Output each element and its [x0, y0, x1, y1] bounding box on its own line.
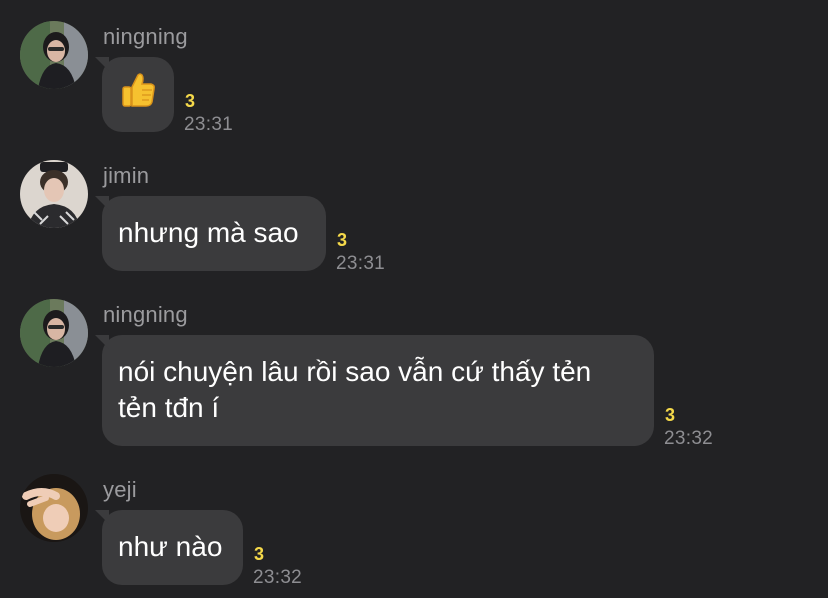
thumbs-up-emoji-icon [118, 70, 158, 119]
bubble-tail [95, 196, 109, 210]
message-time: 23:31 [184, 114, 234, 135]
bubble-tail [95, 510, 109, 524]
bubble-tail [95, 335, 109, 349]
yeji-avatar[interactable] [20, 474, 88, 542]
message-time: 23:32 [253, 567, 303, 588]
message-time: 23:32 [664, 428, 714, 449]
sender-name: jimin [103, 163, 150, 188]
message-bubble[interactable]: như nào [95, 510, 243, 585]
message-bubble[interactable] [95, 57, 174, 132]
unread-count: 3 [254, 544, 265, 564]
ningning-avatar[interactable] [20, 21, 88, 89]
message-bubble[interactable]: nhưng mà sao [95, 196, 326, 271]
message-bubble[interactable]: nói chuyện lâu rồi sao vẫn cứ thấy tẻn t… [95, 335, 654, 446]
unread-count: 3 [185, 91, 196, 111]
message-time: 23:31 [336, 253, 386, 274]
message-text: nói chuyện lâu rồi sao vẫn cứ thấy tẻn t… [118, 356, 592, 423]
sender-name: ningning [103, 302, 188, 327]
jimin-avatar[interactable] [20, 160, 88, 228]
unread-count: 3 [665, 405, 676, 425]
ningning-avatar[interactable] [20, 299, 88, 367]
sender-name: yeji [103, 477, 137, 502]
message-text: như nào [118, 531, 223, 562]
sender-name: ningning [103, 24, 188, 49]
bubble-tail [95, 57, 109, 71]
unread-count: 3 [337, 230, 348, 250]
message-text: nhưng mà sao [118, 217, 299, 248]
